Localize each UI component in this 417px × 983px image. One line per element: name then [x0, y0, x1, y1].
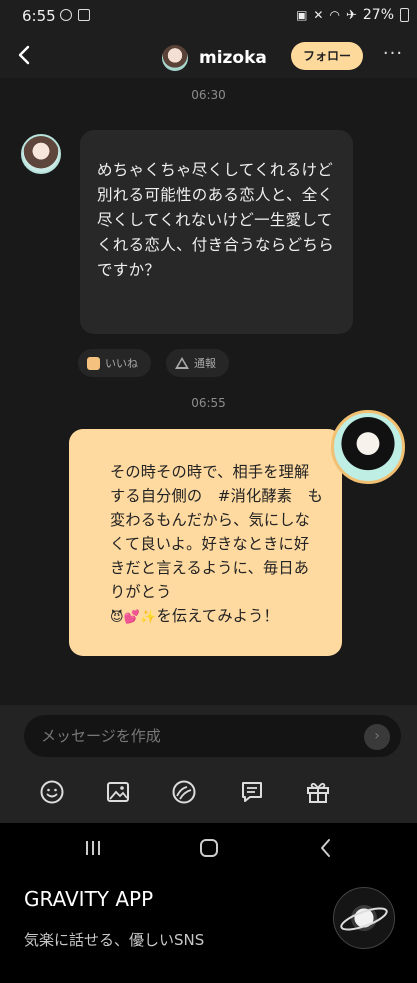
back-button[interactable] — [14, 42, 36, 68]
send-button[interactable]: › — [364, 724, 390, 750]
home-icon — [200, 839, 218, 857]
arrow-right-icon: › — [374, 728, 380, 744]
app-banner[interactable]: GRAVITY APP 気楽に話せる、優しいSNS — [0, 873, 417, 983]
battery-percent: 27% — [362, 7, 394, 23]
status-system-icons: ▣ ✕ ◠ ✈ 27% — [296, 7, 409, 23]
follow-button[interactable]: フォロー — [291, 42, 363, 70]
dnd-icon — [60, 9, 72, 21]
wifi-icon: ◠ — [329, 8, 340, 22]
header-avatar[interactable] — [162, 45, 188, 71]
recent-apps-button[interactable] — [78, 835, 108, 861]
chat-thread[interactable]: 06:30 めちゃくちゃ尽くしてくれるけど別れる可能性のある恋人と、全く尽くして… — [0, 78, 417, 705]
like-label: いいね — [105, 357, 138, 370]
mute-icon: ✕ — [313, 8, 324, 22]
banner-title: GRAVITY APP — [24, 887, 154, 911]
template-button[interactable] — [238, 778, 266, 806]
emoji-button[interactable] — [38, 778, 66, 806]
report-button[interactable]: 通報 — [166, 349, 229, 377]
status-time: 6:55 — [22, 7, 56, 25]
message-timestamp: 06:30 — [191, 88, 226, 102]
message-composer: メッセージを作成 › — [0, 705, 417, 823]
chevron-left-icon — [321, 839, 330, 857]
planet-icon — [340, 907, 388, 931]
system-nav-bar — [0, 823, 417, 873]
chevron-left-icon — [18, 45, 30, 65]
image-button[interactable] — [104, 778, 132, 806]
chat-header: mizoka フォロー ··· — [0, 34, 417, 78]
like-button[interactable]: いいね — [78, 349, 151, 377]
message-timestamp: 06:55 — [191, 396, 226, 410]
emoji-group: 😈💕✨ — [110, 610, 157, 625]
home-button[interactable] — [194, 835, 224, 861]
gravity-logo — [333, 887, 395, 949]
recent-apps-icon — [86, 841, 100, 855]
sticker-icon — [172, 780, 196, 804]
template-icon — [242, 782, 262, 802]
nav-back-button[interactable] — [311, 835, 341, 861]
emoji-icon — [40, 780, 64, 804]
outgoing-message-text: その時その時で、相手を理解する自分側の #消化酵素 も変わるもんだから、気にしな… — [110, 460, 324, 630]
message-reactions: いいね 通報 — [78, 349, 229, 377]
gift-icon — [307, 782, 329, 803]
warning-icon — [175, 357, 189, 369]
gallery-notification-icon — [78, 9, 90, 21]
airplane-icon: ✈ — [345, 7, 357, 23]
status-notification-icons — [60, 9, 90, 21]
outgoing-message-body: その時その時で、相手を理解する自分側の #消化酵素 も変わるもんだから、気にしな… — [110, 463, 323, 601]
thumbs-up-icon — [87, 356, 100, 370]
report-label: 通報 — [194, 357, 216, 370]
composer-toolbar — [0, 778, 417, 808]
incoming-message-text: めちゃくちゃ尽くしてくれるけど別れる可能性のある恋人と、全く尽くしてくれないけど… — [97, 161, 335, 279]
gift-button[interactable] — [304, 778, 332, 806]
status-bar: 6:55 ▣ ✕ ◠ ✈ 27% — [0, 0, 417, 34]
header-username[interactable]: mizoka — [199, 48, 267, 68]
image-icon — [107, 782, 129, 802]
outgoing-message-tail: を伝えてみよう！ — [156, 607, 279, 625]
incoming-message-bubble[interactable]: めちゃくちゃ尽くしてくれるけど別れる可能性のある恋人と、全く尽くしてくれないけど… — [80, 130, 353, 334]
banner-subtitle: 気楽に話せる、優しいSNS — [24, 931, 205, 949]
sender-avatar[interactable] — [21, 134, 61, 174]
sticker-button[interactable] — [170, 778, 198, 806]
more-options-button[interactable]: ··· — [380, 44, 406, 68]
outgoing-message-bubble[interactable]: その時その時で、相手を理解する自分側の #消化酵素 も変わるもんだから、気にしな… — [69, 429, 342, 656]
message-input[interactable]: メッセージを作成 — [24, 715, 401, 757]
responder-avatar[interactable] — [331, 410, 405, 484]
sim-icon: ▣ — [296, 8, 308, 22]
battery-icon — [400, 8, 409, 22]
